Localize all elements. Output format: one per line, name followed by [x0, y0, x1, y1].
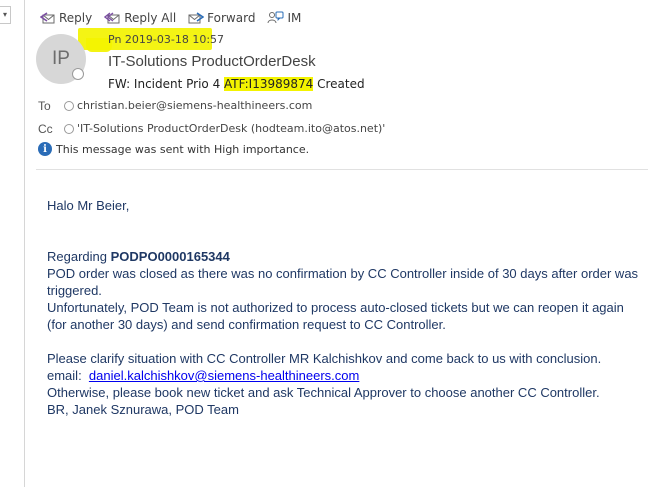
header-divider	[36, 169, 648, 170]
email-label: email:	[47, 368, 89, 383]
reply-all-label: Reply All	[124, 11, 177, 25]
sent-date: Pn 2019-03-18 10:57	[108, 33, 225, 46]
to-recipient-address: christian.beier@siemens-healthineers.com	[77, 99, 313, 112]
presence-status-icon	[64, 123, 74, 134]
to-recipient[interactable]: christian.beier@siemens-healthineers.com	[64, 99, 312, 112]
regarding-id: PODPO0000165344	[110, 249, 230, 264]
reply-button[interactable]: Reply	[40, 11, 92, 25]
cc-label: Cc	[38, 122, 53, 136]
body-line: triggered.	[47, 283, 102, 298]
forward-label: Forward	[207, 11, 256, 25]
body-line: Unfortunately, POD Team is not authorize…	[47, 300, 624, 315]
signature: BR, Janek Sznurawa, POD Team	[47, 402, 239, 417]
cc-recipient[interactable]: 'IT-Solutions ProductOrderDesk (hodteam.…	[64, 122, 385, 135]
reply-all-button[interactable]: Reply All	[104, 11, 176, 25]
im-label: IM	[287, 11, 302, 25]
reply-label: Reply	[59, 11, 93, 25]
email-link[interactable]: daniel.kalchishkov@siemens-healthineers.…	[89, 368, 359, 383]
importance-text: This message was sent with High importan…	[56, 142, 310, 156]
regarding-line: Regarding PODPO0000165344	[47, 248, 648, 265]
cc-recipient-address: 'IT-Solutions ProductOrderDesk (hodteam.…	[77, 122, 386, 135]
subject-ticket-id: ATF:I13989874	[224, 77, 314, 91]
presence-status-icon	[64, 100, 74, 111]
message-body: Halo Mr Beier, Regarding PODPO0000165344…	[47, 197, 648, 418]
im-icon	[267, 11, 284, 24]
forward-button[interactable]: Forward	[188, 11, 255, 25]
importance-notice: i This message was sent with High import…	[38, 142, 309, 156]
body-line: Please clarify situation with CC Control…	[47, 351, 602, 366]
reply-icon	[40, 12, 55, 24]
body-line: (for another 30 days) and send confirmat…	[47, 317, 446, 332]
subject: FW: Incident Prio 4 ATF:I13989874 Create…	[108, 77, 365, 91]
regarding-label: Regarding	[47, 249, 111, 264]
email-line: email: daniel.kalchishkov@siemens-health…	[47, 367, 648, 384]
to-label: To	[38, 99, 51, 113]
reading-pane-toolbar: Reply Reply All Forward IM	[40, 8, 313, 28]
info-icon: i	[38, 142, 52, 156]
im-button[interactable]: IM	[267, 11, 301, 25]
body-line: POD order was closed as there was no con…	[47, 266, 639, 281]
avatar-initials: IP	[52, 48, 70, 69]
forward-icon	[188, 12, 205, 24]
body-line: Otherwise, please book new ticket and as…	[47, 385, 600, 400]
sender-name[interactable]: IT-Solutions ProductOrderDesk	[108, 53, 316, 70]
presence-status-icon	[72, 68, 84, 80]
subject-prefix: FW: Incident Prio 4	[108, 77, 225, 91]
folder-pane-edge: ▾	[0, 0, 25, 487]
subject-suffix: Created	[313, 77, 365, 91]
reply-all-icon	[104, 12, 120, 24]
chevron-down-icon[interactable]: ▾	[0, 6, 11, 24]
greeting: Halo Mr Beier,	[47, 198, 130, 213]
